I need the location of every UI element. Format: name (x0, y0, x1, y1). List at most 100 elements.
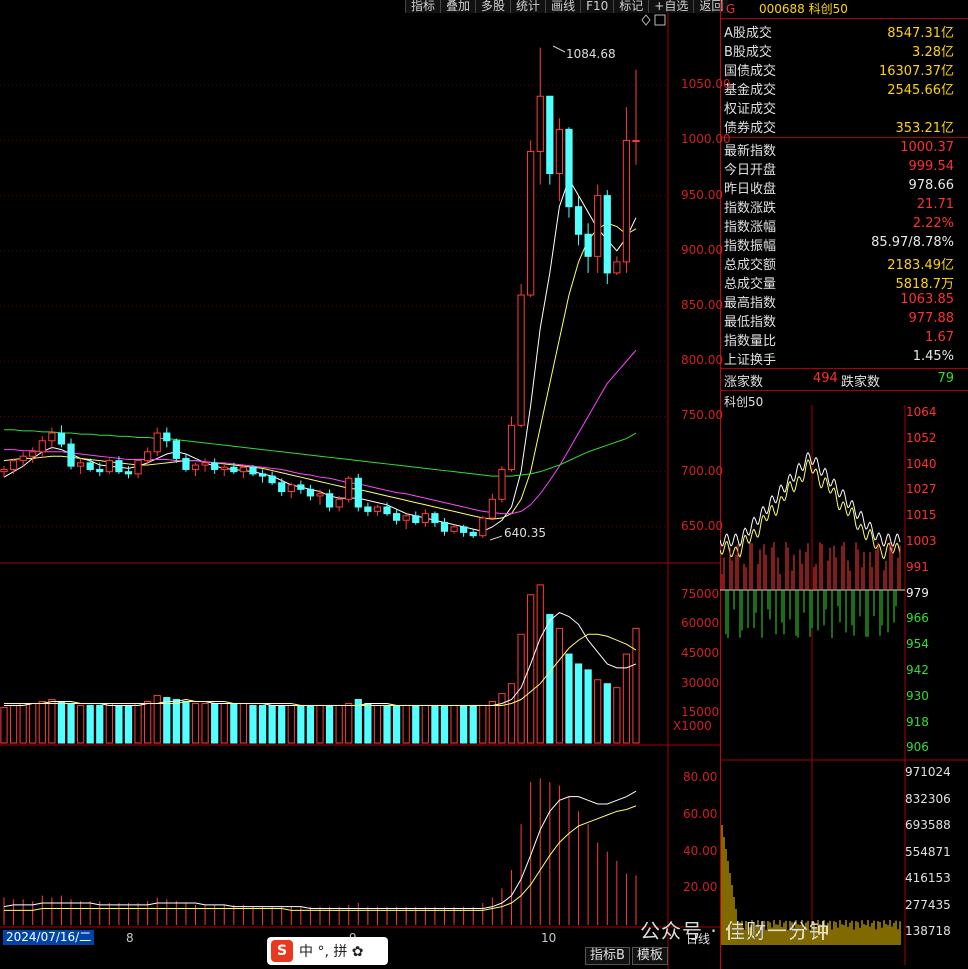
candle[interactable] (67, 438, 75, 470)
candle[interactable] (488, 493, 496, 521)
candle[interactable] (527, 140, 535, 298)
candle[interactable] (9, 458, 18, 474)
info-row: 总成交额 2183.49亿 (724, 254, 954, 273)
bottom-tab-0[interactable]: 指标B (585, 947, 630, 965)
candle[interactable] (632, 69, 640, 165)
cursor-date: 2024/07/16/二 (3, 930, 95, 945)
volume-bar (96, 704, 104, 744)
info-value: 977.88 (908, 311, 955, 326)
candle[interactable] (239, 465, 248, 479)
toolbar-button-2[interactable]: 多股 (475, 0, 510, 13)
candle[interactable] (392, 509, 401, 525)
info-label: 国债成交 (724, 64, 777, 79)
volume-bar (555, 627, 564, 744)
volume-bar (603, 683, 611, 744)
volume-bar (354, 699, 362, 744)
candle[interactable] (163, 427, 171, 448)
candle[interactable] (345, 476, 353, 503)
candle[interactable] (584, 223, 592, 273)
candle[interactable] (565, 127, 573, 218)
info-value: 2183.49亿 (887, 258, 954, 273)
candle[interactable] (431, 511, 439, 527)
volume-bar (325, 704, 334, 744)
candle[interactable] (421, 509, 429, 527)
candle[interactable] (153, 427, 161, 457)
candle[interactable] (507, 416, 516, 472)
candle[interactable] (325, 489, 334, 512)
candle[interactable] (613, 256, 621, 276)
toolbar-button-4[interactable]: 画线 (545, 0, 580, 13)
candle[interactable] (201, 458, 209, 472)
candle[interactable] (460, 524, 468, 537)
window-icon[interactable] (654, 14, 666, 26)
candle[interactable] (48, 427, 56, 450)
volume-bar (373, 704, 382, 744)
candle[interactable] (479, 515, 487, 538)
candle[interactable] (555, 118, 564, 202)
candle[interactable] (268, 471, 276, 485)
diamond-icon[interactable] (641, 14, 651, 26)
bottom-tab-1[interactable]: 模板 (631, 947, 668, 965)
candle[interactable] (134, 458, 142, 479)
candle[interactable] (498, 466, 506, 503)
indicator-axis-label: 60.00 (683, 807, 718, 821)
info-value: 978.66 (908, 178, 955, 193)
info-row: 指数量比 1.67 (724, 330, 954, 349)
toolbar-button-3[interactable]: 统计 (510, 0, 545, 13)
candle[interactable] (574, 195, 583, 246)
candle[interactable] (440, 518, 449, 536)
price-axis-label: 850.00 (681, 298, 723, 313)
candle[interactable] (412, 511, 420, 525)
minute-price-label: 942 (906, 663, 929, 677)
candle[interactable] (517, 283, 525, 428)
up-label: 涨家数 (724, 375, 764, 390)
candle[interactable] (38, 436, 46, 459)
minute-volume-label: 554871 (905, 844, 951, 859)
info-row: 指数振幅 85.97/8.78% (724, 235, 954, 254)
candle[interactable] (316, 489, 324, 505)
volume-axis-label: 60000 (681, 616, 720, 631)
candle[interactable] (469, 529, 477, 538)
candle[interactable] (105, 458, 113, 474)
candle[interactable] (172, 438, 180, 463)
candle[interactable] (297, 480, 305, 494)
indicator-axis-label: 20.00 (683, 880, 718, 895)
candle[interactable] (536, 47, 544, 185)
candle[interactable] (182, 454, 190, 472)
candle[interactable] (57, 425, 66, 448)
candle[interactable] (603, 190, 611, 284)
info-value: 1.45% (912, 349, 954, 364)
candle[interactable] (594, 184, 602, 273)
info-label: 昨日收盘 (724, 182, 777, 197)
toolbar-button-1[interactable]: 叠加 (440, 0, 475, 13)
candle[interactable] (373, 504, 382, 516)
minute-price-label: 1015 (906, 508, 937, 523)
toolbar-button-0[interactable]: 指标 (405, 0, 440, 13)
candle[interactable] (450, 524, 458, 534)
candle[interactable] (364, 502, 372, 516)
down-label: 跌家数 (841, 375, 881, 390)
toolbar-button-6[interactable]: 标记 (613, 0, 648, 13)
candle[interactable] (287, 482, 295, 499)
toolbar-button-7[interactable]: +自选 (648, 0, 693, 13)
candle[interactable] (354, 473, 362, 512)
candle[interactable] (622, 107, 631, 273)
info-label: B股成交 (724, 45, 772, 60)
candle[interactable] (76, 458, 85, 474)
candle[interactable] (278, 478, 286, 496)
volume-bar (115, 704, 123, 744)
volume-bar (421, 704, 429, 744)
toolbar-button-5[interactable]: F10 (580, 0, 613, 13)
candle[interactable] (546, 95, 554, 185)
price-axis-label: 650.00 (681, 518, 723, 533)
candle[interactable] (306, 484, 315, 501)
volume-bar (469, 704, 477, 744)
price-axis-label: 900.00 (681, 242, 723, 257)
info-row: 国债成交 16307.37亿 (724, 60, 954, 79)
ime-toolbar[interactable]: S 中 °, 拼 ✿ (267, 937, 388, 965)
info-label: A股成交 (724, 26, 772, 41)
kline-chart[interactable]: 1084.68 640.35 (0, 0, 720, 969)
candle[interactable] (191, 462, 200, 477)
candle[interactable] (144, 447, 152, 466)
candle[interactable] (220, 465, 228, 477)
